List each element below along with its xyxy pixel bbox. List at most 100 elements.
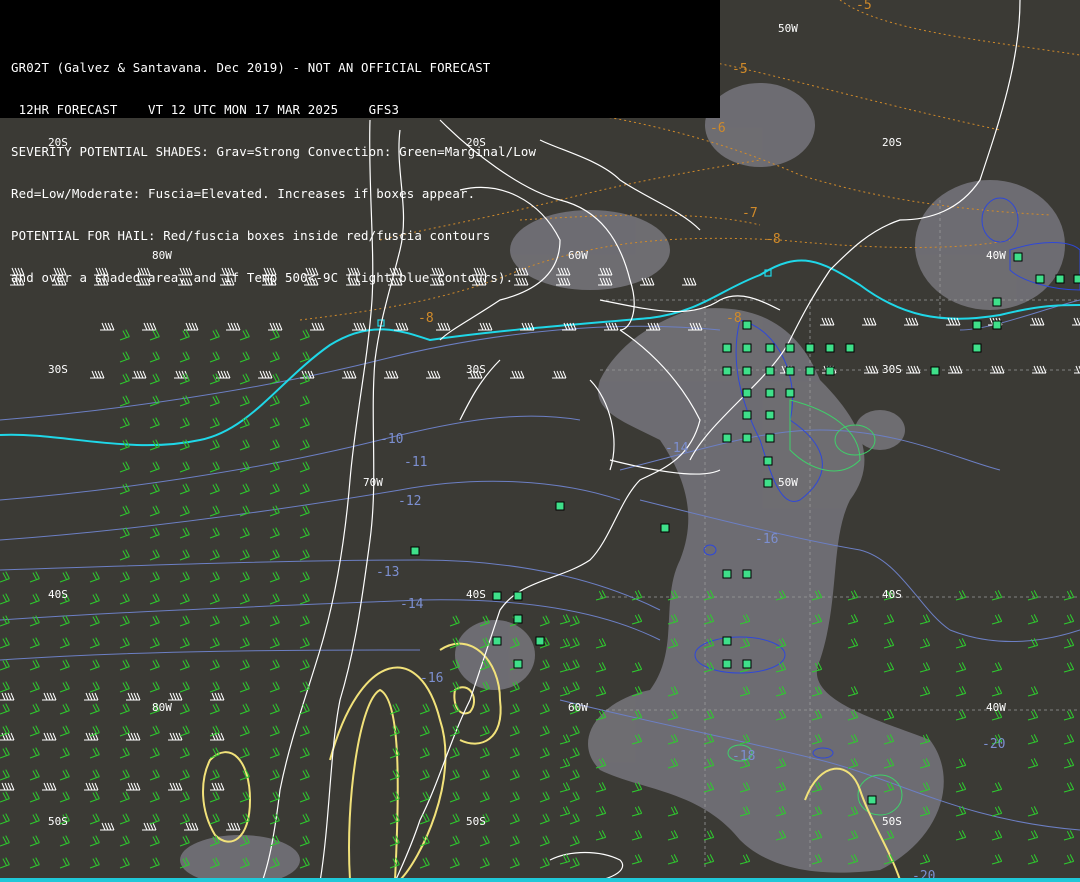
- wind-barb: [59, 835, 70, 847]
- header-line-forecast: 12HR FORECAST VT 12 UTC MON 17 MAR 2025 …: [11, 103, 400, 117]
- wind-barb: [119, 791, 130, 803]
- wind-barb: [269, 769, 280, 781]
- wind-barb: [569, 659, 580, 671]
- wind-barb: [149, 329, 160, 341]
- wind-barb: [89, 637, 100, 649]
- wind-barb: [449, 835, 460, 847]
- hail-box: [492, 636, 502, 646]
- wind-barb: [179, 769, 190, 781]
- wind-barb: [299, 483, 310, 495]
- hail-box: [1013, 252, 1023, 262]
- wind-barb: [149, 505, 160, 517]
- wind-barb: [919, 854, 931, 865]
- wind-barb: [179, 373, 190, 385]
- hail-box: [805, 343, 815, 353]
- wind-barb: [631, 806, 643, 817]
- wind-barb: [569, 637, 580, 649]
- wind-barb: [59, 659, 70, 671]
- wind-barb: [119, 615, 130, 627]
- wind-barb: [179, 329, 190, 341]
- wind-barb: [299, 593, 310, 605]
- wind-barb: [126, 692, 141, 701]
- wind-barb: [559, 782, 571, 793]
- wind-barb: [1072, 317, 1080, 326]
- wind-barb: [1027, 854, 1039, 865]
- wind-barb: [89, 725, 100, 737]
- wind-barb: [149, 637, 160, 649]
- hail-box: [972, 343, 982, 353]
- wind-barb: [569, 725, 580, 737]
- hail-box: [825, 343, 835, 353]
- wind-barb: [209, 549, 220, 561]
- wind-barb: [89, 681, 100, 693]
- wind-barb: [631, 830, 643, 841]
- hail-box: [785, 366, 795, 376]
- wind-barb: [209, 505, 220, 517]
- wind-barb: [239, 395, 250, 407]
- wind-barb: [59, 791, 70, 803]
- temp-label: -12: [398, 494, 421, 509]
- wind-barb: [569, 835, 580, 847]
- wind-barb: [1027, 734, 1039, 745]
- wind-barb: [667, 830, 679, 841]
- wind-barb: [991, 590, 1003, 601]
- wind-barb: [269, 747, 280, 759]
- wind-barb: [862, 317, 877, 326]
- wind-barb: [268, 322, 283, 331]
- hail-box: [785, 343, 795, 353]
- wind-barb: [559, 806, 571, 817]
- wind-barb: [209, 351, 220, 363]
- wind-barb: [89, 791, 100, 803]
- wind-barb: [991, 662, 1003, 673]
- wind-barb: [449, 769, 460, 781]
- wind-barb: [299, 769, 310, 781]
- wind-barb: [509, 703, 520, 715]
- wind-barb: [149, 659, 160, 671]
- wind-barb: [239, 593, 250, 605]
- wind-barb: [209, 571, 220, 583]
- wind-barb: [436, 322, 451, 331]
- wind-barb: [299, 527, 310, 539]
- wind-barb: [269, 703, 280, 715]
- wind-barb: [0, 637, 10, 649]
- header-line-title: GR02T (Galvez & Santavana. Dec 2019) - N…: [11, 61, 491, 75]
- wind-barb: [1074, 365, 1080, 374]
- wind-barb: [269, 791, 280, 803]
- wind-barb: [919, 638, 931, 649]
- wind-barb: [179, 593, 190, 605]
- wind-barb: [59, 747, 70, 759]
- hail-box: [535, 636, 545, 646]
- wind-barb: [89, 769, 100, 781]
- wind-barb: [595, 662, 607, 673]
- wind-barb: [209, 527, 220, 539]
- wind-barb: [168, 782, 183, 791]
- wind-barb: [119, 571, 130, 583]
- hail-box: [742, 433, 752, 443]
- wind-barb: [1063, 662, 1075, 673]
- orange-label: -8: [765, 232, 781, 247]
- wind-barb: [478, 322, 493, 331]
- wind-barb: [269, 593, 280, 605]
- wind-barb: [89, 659, 100, 671]
- lat-label-40s: 40S: [882, 588, 902, 601]
- wind-barb: [667, 806, 679, 817]
- wind-barb: [595, 830, 607, 841]
- wind-barb: [90, 370, 105, 379]
- wind-barb: [1063, 590, 1075, 601]
- wind-barb: [299, 725, 310, 737]
- wind-barb: [149, 769, 160, 781]
- wind-barb: [29, 659, 40, 671]
- temp-label: -18: [732, 749, 755, 764]
- wind-barb: [509, 813, 520, 825]
- wind-barb: [29, 703, 40, 715]
- wind-barb: [509, 791, 520, 803]
- wind-barb: [426, 370, 441, 379]
- wind-barb: [119, 593, 130, 605]
- wind-barb: [209, 373, 220, 385]
- hail-box: [825, 366, 835, 376]
- wind-barb: [149, 791, 160, 803]
- wind-barb: [239, 637, 250, 649]
- wind-barb: [258, 370, 273, 379]
- wind-barb: [142, 322, 157, 331]
- wind-barb: [479, 725, 490, 737]
